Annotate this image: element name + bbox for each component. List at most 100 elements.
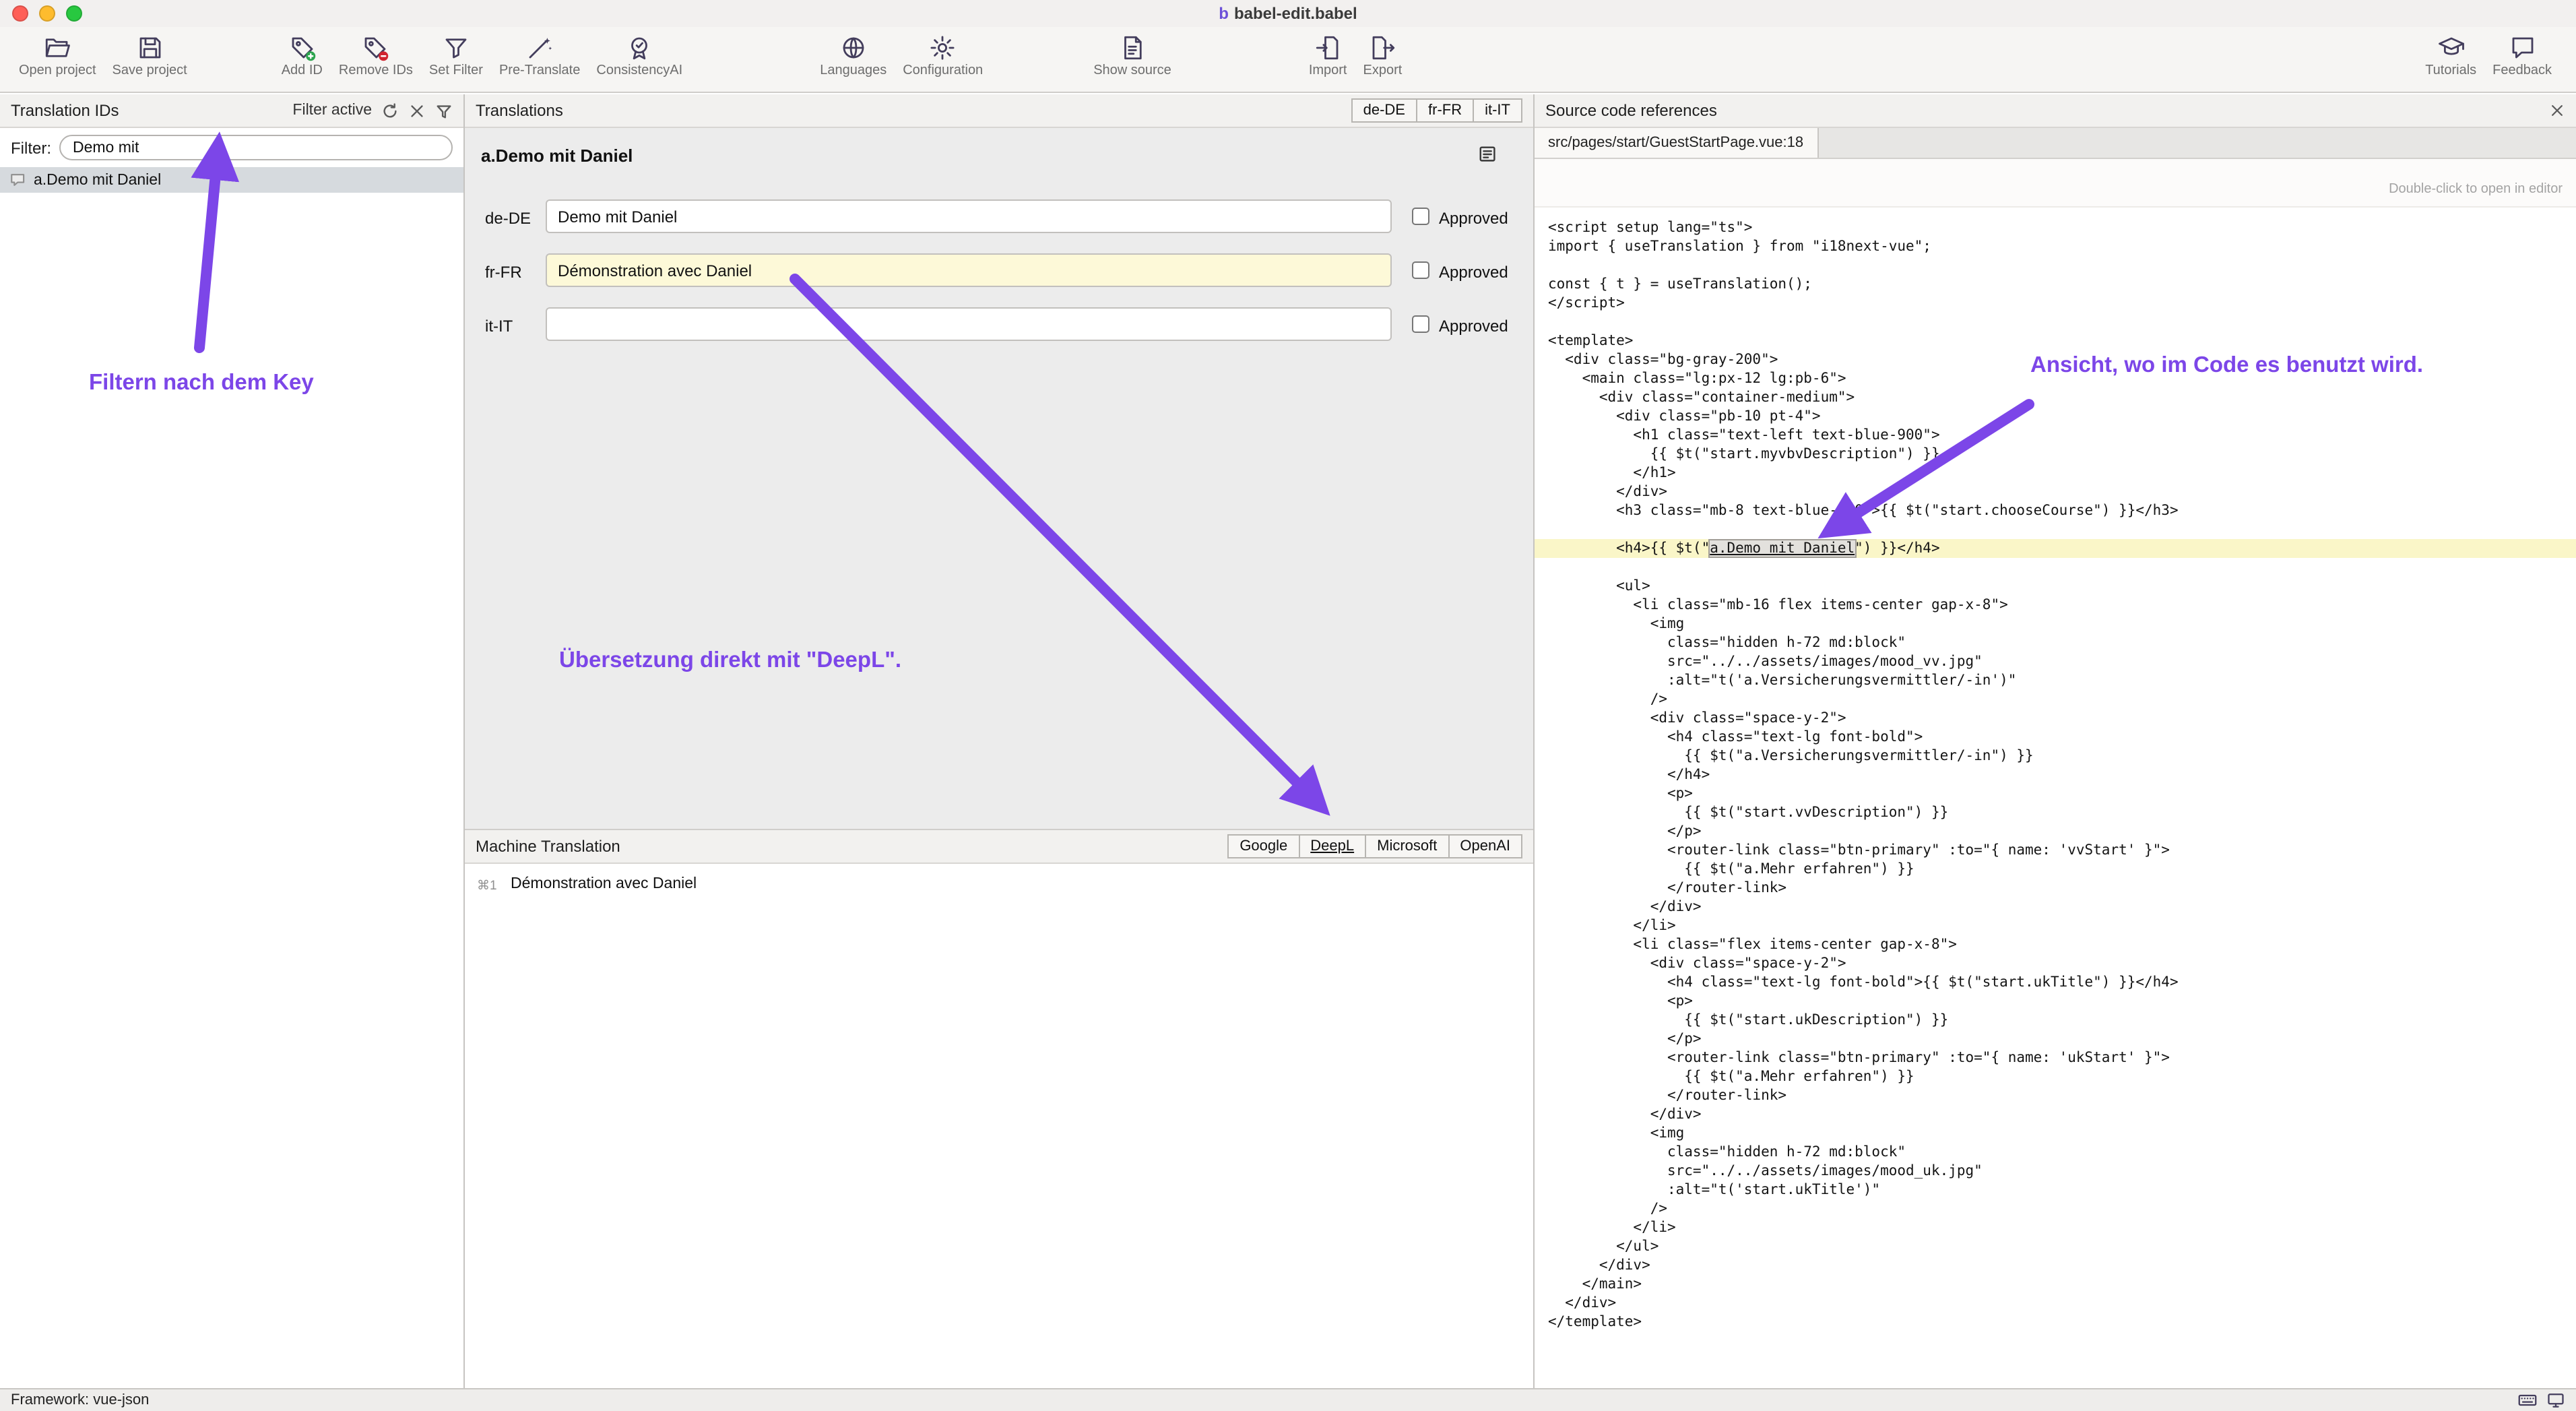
zoom-window-button[interactable] xyxy=(66,5,82,22)
keyboard-icon[interactable] xyxy=(2518,1391,2537,1410)
clear-filter-icon[interactable] xyxy=(408,102,426,119)
pre-translate-button[interactable]: Pre-Translate xyxy=(491,31,588,81)
window-title-text: babel-edit.babel xyxy=(1234,4,1357,23)
refresh-filter-icon[interactable] xyxy=(381,102,399,119)
speech-bubble-icon xyxy=(2508,34,2536,62)
machine-translation-result[interactable]: ⌘1 Démonstration avec Daniel xyxy=(465,875,1533,899)
toolbar-label: Import xyxy=(1309,63,1347,78)
source-references-panel: Source code references src/pages/start/G… xyxy=(1535,94,2576,1388)
translation-ids-header: Translation IDs Filter active xyxy=(0,94,463,128)
status-bar: Framework: vue-json xyxy=(0,1388,2576,1411)
tutorials-button[interactable]: Tutorials xyxy=(2417,31,2484,81)
panel-title: Source code references xyxy=(1545,101,1717,120)
translation-row-fr: fr-FR Approved xyxy=(465,253,1533,288)
gear-icon xyxy=(929,34,957,62)
translation-input-de[interactable] xyxy=(546,199,1392,233)
source-document-icon xyxy=(1118,34,1147,62)
shortcut-badge: ⌘1 xyxy=(477,879,497,893)
approved-label: Approved xyxy=(1439,317,1508,336)
language-label: it-IT xyxy=(485,317,513,336)
translation-row-it: it-IT Approved xyxy=(465,307,1533,342)
approved-checkbox-it[interactable] xyxy=(1412,315,1429,333)
tag-plus-icon xyxy=(288,34,316,62)
toolbar-label: Open project xyxy=(19,63,96,78)
translation-input-it[interactable] xyxy=(546,307,1392,341)
display-icon[interactable] xyxy=(2546,1391,2565,1410)
approved-label: Approved xyxy=(1439,263,1508,282)
provider-openai-button[interactable]: OpenAI xyxy=(1448,834,1522,858)
set-filter-button[interactable]: Set Filter xyxy=(421,31,491,81)
export-button[interactable]: Export xyxy=(1355,31,1411,81)
language-label: de-DE xyxy=(485,209,531,228)
filter-row: Filter: xyxy=(0,128,463,167)
tab-de-DE[interactable]: de-DE xyxy=(1351,98,1417,123)
entry-comment-icon[interactable] xyxy=(1478,144,1498,164)
folder-open-icon xyxy=(43,34,71,62)
globe-icon xyxy=(839,34,868,62)
toolbar-label: Add ID xyxy=(282,63,323,78)
close-window-button[interactable] xyxy=(12,5,28,22)
provider-buttons: Google DeepL Microsoft OpenAI xyxy=(1229,834,1522,858)
tab-fr-FR[interactable]: fr-FR xyxy=(1416,98,1474,123)
save-icon xyxy=(135,34,164,62)
toolbar-label: Remove IDs xyxy=(339,63,413,78)
app-icon: b xyxy=(1219,4,1229,23)
panel-title: Machine Translation xyxy=(476,837,620,856)
show-source-button[interactable]: Show source xyxy=(1085,31,1180,81)
tag-minus-icon xyxy=(362,34,390,62)
provider-microsoft-button[interactable]: Microsoft xyxy=(1365,834,1449,858)
panel-title: Translations xyxy=(476,101,563,120)
editor-hint-row: Double-click to open in editor xyxy=(1535,159,2576,208)
panel-title: Translation IDs xyxy=(11,101,119,120)
translation-ids-panel: Translation IDs Filter active Filter: a.… xyxy=(0,94,465,1388)
translation-id-list-item[interactable]: a.Demo mit Daniel xyxy=(0,167,463,193)
filter-input[interactable] xyxy=(59,135,453,160)
titlebar: b babel-edit.babel xyxy=(0,0,2576,27)
code-area[interactable]: <script setup lang="ts">import { useTran… xyxy=(1535,208,2576,1388)
export-icon xyxy=(1368,34,1396,62)
source-references-header: Source code references xyxy=(1535,94,2576,128)
import-button[interactable]: Import xyxy=(1301,31,1355,81)
source-file-tab[interactable]: src/pages/start/GuestStartPage.vue:18 xyxy=(1535,128,1818,158)
provider-google-button[interactable]: Google xyxy=(1227,834,1299,858)
window-controls xyxy=(12,5,82,22)
minimize-window-button[interactable] xyxy=(39,5,55,22)
filter-label: Filter: xyxy=(11,138,51,157)
toolbar-label: Set Filter xyxy=(429,63,483,78)
feedback-button[interactable]: Feedback xyxy=(2484,31,2560,81)
app-window: b babel-edit.babel Open project Save pro… xyxy=(0,0,2576,1411)
consistency-ai-button[interactable]: ConsistencyAI xyxy=(588,31,690,81)
translation-id-label: a.Demo mit Daniel xyxy=(34,172,161,188)
filter-funnel-icon[interactable] xyxy=(435,102,453,119)
translations-header: Translations de-DE fr-FR it-IT xyxy=(465,94,1533,128)
close-panel-icon[interactable] xyxy=(2549,102,2565,119)
approved-checkbox-fr[interactable] xyxy=(1412,261,1429,279)
provider-deepl-button[interactable]: DeepL xyxy=(1298,834,1366,858)
toolbar-label: Save project xyxy=(112,63,187,78)
translations-panel: Translations de-DE fr-FR it-IT a.Demo mi… xyxy=(465,94,1535,1388)
filter-active-label: Filter active xyxy=(292,102,372,119)
toolbar-label: Show source xyxy=(1093,63,1171,78)
machine-translation-body: ⌘1 Démonstration avec Daniel xyxy=(465,864,1533,1388)
toolbar-label: Configuration xyxy=(903,63,983,78)
approved-checkbox-de[interactable] xyxy=(1412,208,1429,225)
translation-row-de: de-DE Approved xyxy=(465,199,1533,234)
comment-bubble-icon xyxy=(9,171,27,189)
machine-translation-header: Machine Translation Google DeepL Microso… xyxy=(465,829,1533,864)
save-project-button[interactable]: Save project xyxy=(104,31,195,81)
toolbar-label: Languages xyxy=(820,63,887,78)
source-tab-bar: src/pages/start/GuestStartPage.vue:18 xyxy=(1535,128,2576,159)
framework-status: Framework: vue-json xyxy=(11,1392,149,1408)
entry-id-title: a.Demo mit Daniel xyxy=(481,146,633,166)
tab-it-IT[interactable]: it-IT xyxy=(1473,98,1522,123)
translation-input-fr[interactable] xyxy=(546,253,1392,287)
editor-hint: Double-click to open in editor xyxy=(2389,182,2563,197)
open-project-button[interactable]: Open project xyxy=(11,31,104,81)
languages-button[interactable]: Languages xyxy=(812,31,895,81)
funnel-icon xyxy=(442,34,470,62)
configuration-button[interactable]: Configuration xyxy=(895,31,991,81)
remove-ids-button[interactable]: Remove IDs xyxy=(331,31,421,81)
toolbar-label: ConsistencyAI xyxy=(596,63,682,78)
add-id-button[interactable]: Add ID xyxy=(273,31,331,81)
award-badge-icon xyxy=(625,34,653,62)
